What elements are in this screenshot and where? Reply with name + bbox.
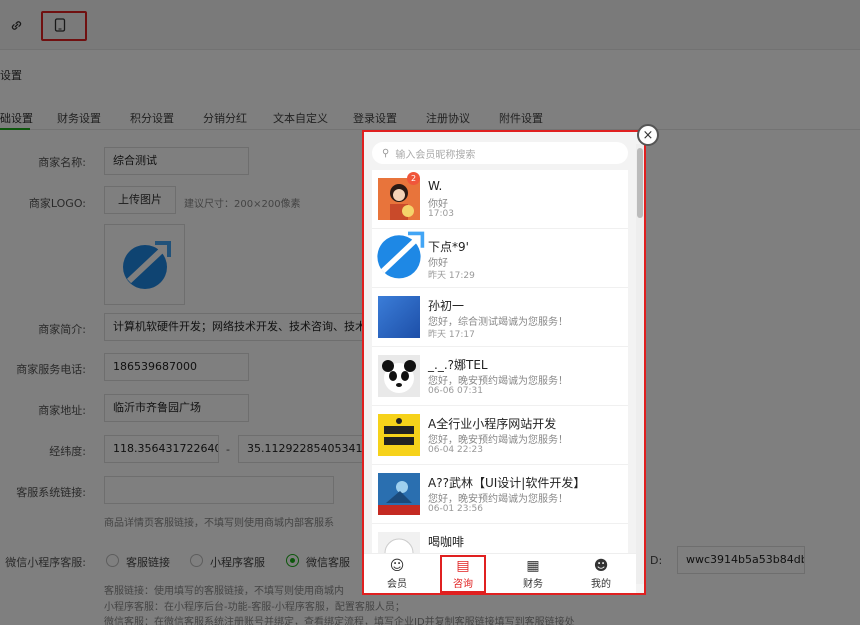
avatar-panda — [378, 355, 420, 397]
chat-name: 孙初一 — [428, 299, 465, 313]
search-placeholder: 输入会员昵称搜索 — [395, 149, 476, 161]
unread-badge: 2 — [407, 172, 420, 185]
brand-logo-icon — [377, 231, 425, 279]
close-icon: × — [642, 127, 654, 143]
chat-name: _._.?娜TEL — [428, 358, 488, 372]
close-modal-button[interactable]: × — [637, 124, 659, 146]
chat-message: 您好，综合测试竭诚为您服务！ — [428, 317, 568, 328]
chat-name: 喝咖啡 — [428, 535, 465, 549]
chat-list-scrollbar[interactable] — [636, 144, 644, 584]
finance-icon: ▦ — [526, 558, 540, 574]
bottom-tabbar: ☺ 会员 ▤ 咨询 ▦ 财务 ☻ 我的 — [364, 553, 636, 593]
avatar-china — [378, 473, 420, 515]
chat-time: 17:03 — [428, 209, 454, 219]
member-search-input[interactable]: ⚲ 输入会员昵称搜索 — [372, 142, 628, 164]
avatar-grey — [378, 532, 420, 553]
chat-time: 昨天 17:29 — [428, 271, 475, 281]
tab-mine[interactable]: ☻ 我的 — [576, 557, 626, 590]
chat-message: 您好，晚安预约竭诚为您服务！ — [428, 494, 568, 505]
mobile-preview-modal: ⚲ 输入会员昵称搜索 2 W. 你好 17:03 下点*9' 你好 昨天 17:… — [362, 130, 646, 595]
chat-time: 06-06 07:31 — [428, 386, 483, 396]
chat-name: A全行业小程序网站开发 — [428, 417, 557, 431]
chat-message: 您好，晚安预约竭诚为您服务！ — [428, 376, 568, 387]
chat-name: 下点*9' — [428, 240, 469, 254]
chat-time: 昨天 17:17 — [428, 330, 475, 340]
chat-item[interactable]: 孙初一 您好，综合测试竭诚为您服务！ 昨天 17:17 — [372, 288, 628, 347]
avatar-blue — [378, 296, 420, 338]
consult-tab-highlight — [440, 555, 486, 593]
chat-item[interactable]: 喝咖啡 — [372, 524, 628, 553]
chat-message: 您好，晚安预约竭诚为您服务！ — [428, 435, 568, 446]
mine-icon: ☻ — [593, 558, 609, 574]
tab-members[interactable]: ☺ 会员 — [372, 557, 422, 590]
chat-message: 你好 — [428, 199, 448, 210]
search-icon: ⚲ — [382, 147, 390, 159]
chat-name: A??武林【UI设计|软件开发】 — [428, 476, 586, 490]
members-icon: ☺ — [389, 558, 405, 574]
avatar-yellow — [378, 414, 420, 456]
chat-message: 你好 — [428, 258, 448, 269]
chat-name: W. — [428, 179, 443, 193]
chat-item[interactable]: A全行业小程序网站开发 您好，晚安预约竭诚为您服务！ 06-04 22:23 — [372, 406, 628, 465]
chat-item[interactable]: _._.?娜TEL 您好，晚安预约竭诚为您服务！ 06-06 07:31 — [372, 347, 628, 406]
chat-item[interactable]: A??武林【UI设计|软件开发】 您好，晚安预约竭诚为您服务！ 06-01 23… — [372, 465, 628, 524]
tab-finance[interactable]: ▦ 财务 — [508, 557, 558, 590]
chat-item[interactable]: 2 W. 你好 17:03 — [372, 170, 628, 229]
chat-time: 06-04 22:23 — [428, 445, 483, 455]
chat-time: 06-01 23:56 — [428, 504, 483, 514]
